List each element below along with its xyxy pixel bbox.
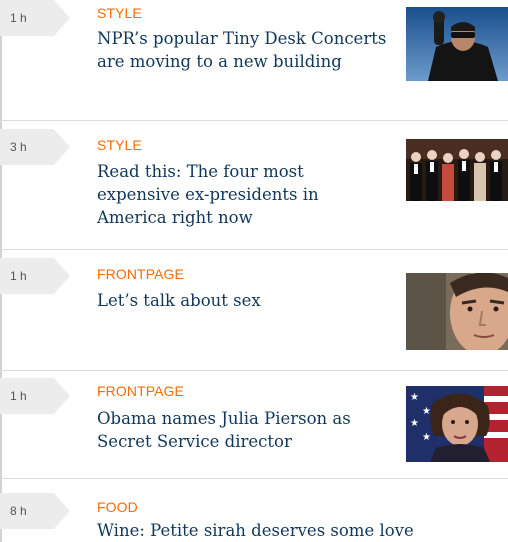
- svg-text:★: ★: [422, 406, 431, 417]
- article-thumbnail[interactable]: ★ ★ ★ ★: [406, 386, 508, 462]
- time-label: 3 h: [10, 140, 27, 154]
- item-divider: [0, 478, 508, 479]
- article-thumbnail[interactable]: [406, 7, 508, 81]
- svg-text:★: ★: [410, 418, 419, 429]
- category-label[interactable]: STYLE: [97, 5, 142, 21]
- svg-text:★: ★: [422, 432, 431, 443]
- time-label: 8 h: [10, 504, 27, 518]
- time-badge: 8 h: [0, 493, 70, 529]
- time-badge: 3 h: [0, 129, 70, 165]
- headline-link[interactable]: NPR’s popular Tiny Desk Concerts are mov…: [97, 27, 387, 73]
- time-label: 1 h: [10, 11, 27, 25]
- category-label[interactable]: FOOD: [97, 499, 138, 515]
- list-item[interactable]: 1 h STYLE NPR’s popular Tiny Desk Concer…: [0, 0, 508, 120]
- item-divider: [0, 370, 508, 371]
- category-label[interactable]: FRONTPAGE: [97, 266, 184, 282]
- list-item[interactable]: 8 h FOOD Wine: Petite sirah deserves som…: [0, 493, 508, 542]
- headline-link[interactable]: Read this: The four most expensive ex-pr…: [97, 160, 367, 229]
- list-item[interactable]: 1 h FRONTPAGE Let’s talk about sex: [0, 258, 508, 370]
- article-thumbnail[interactable]: [406, 139, 508, 201]
- category-label[interactable]: FRONTPAGE: [97, 383, 184, 399]
- item-divider: [0, 249, 508, 250]
- time-badge: 1 h: [0, 378, 70, 414]
- article-thumbnail[interactable]: [406, 273, 508, 350]
- headline-link[interactable]: Let’s talk about sex: [97, 289, 387, 312]
- svg-text:★: ★: [410, 392, 419, 403]
- time-badge: 1 h: [0, 258, 70, 294]
- time-label: 1 h: [10, 269, 27, 283]
- list-item[interactable]: 3 h STYLE Read this: The four most expen…: [0, 129, 508, 249]
- time-badge: 1 h: [0, 0, 70, 36]
- category-label[interactable]: STYLE: [97, 137, 142, 153]
- headline-link[interactable]: Wine: Petite sirah deserves some love: [97, 519, 497, 542]
- item-divider: [0, 120, 508, 121]
- headline-link[interactable]: Obama names Julia Pierson as Secret Serv…: [97, 407, 387, 453]
- list-item[interactable]: 1 h FRONTPAGE Obama names Julia Pierson …: [0, 378, 508, 478]
- time-label: 1 h: [10, 389, 27, 403]
